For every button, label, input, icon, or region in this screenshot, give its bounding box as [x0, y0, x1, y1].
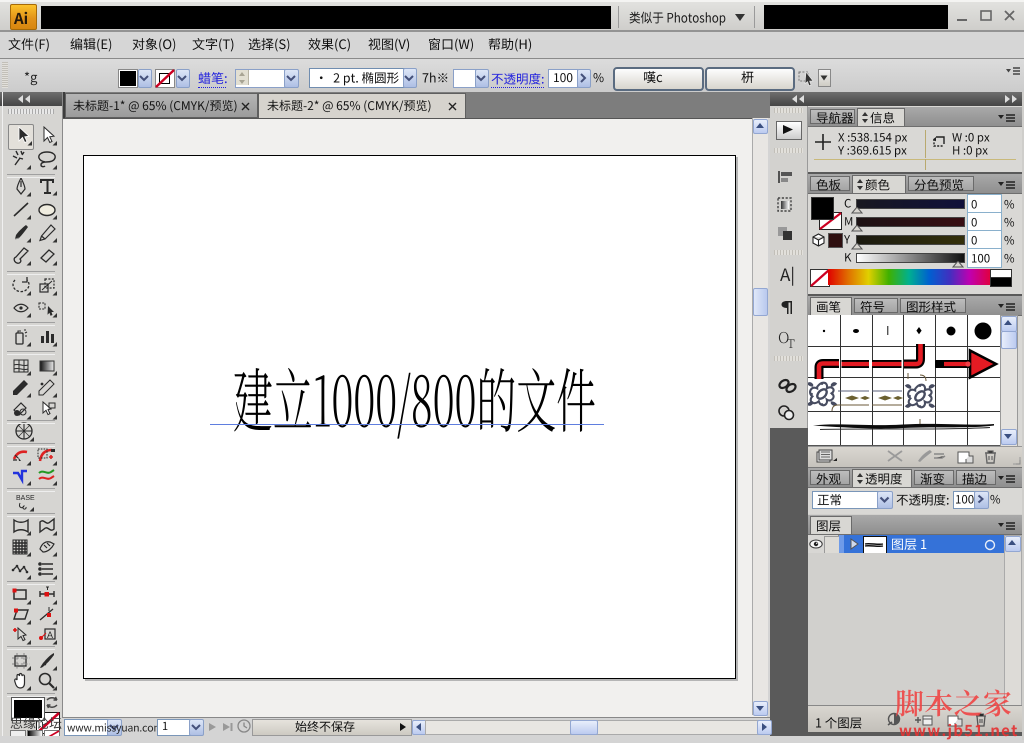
- svg-text:A: A: [47, 630, 53, 640]
- svg-text:BASE: BASE: [16, 495, 35, 502]
